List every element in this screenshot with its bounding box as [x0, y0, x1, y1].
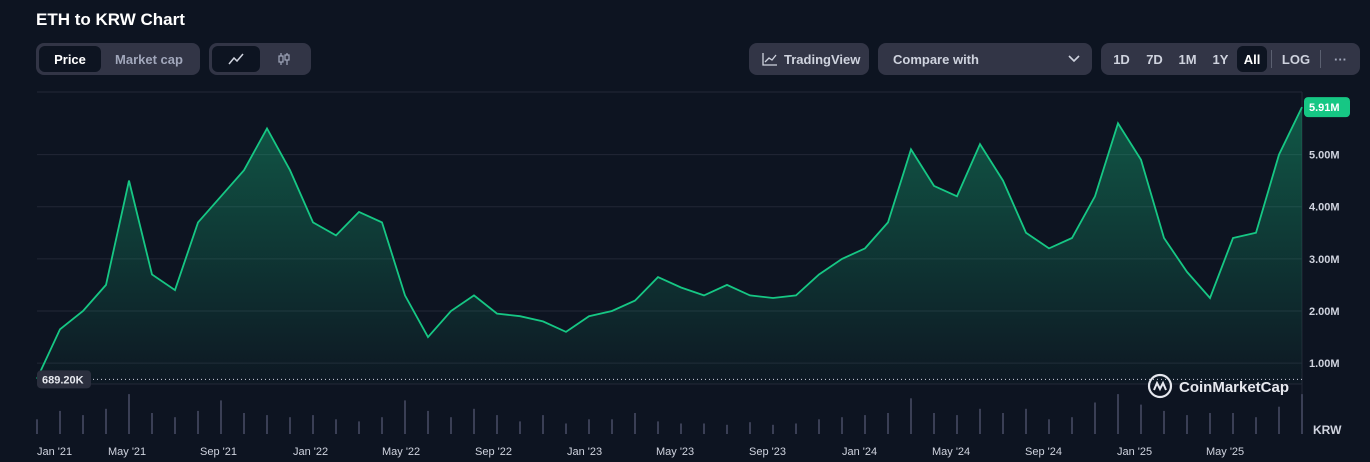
- volume-bar: [1048, 419, 1050, 434]
- volume-bar: [473, 408, 475, 434]
- currency-label: KRW: [1313, 423, 1342, 437]
- volume-bar: [749, 422, 751, 434]
- x-tick-label: Sep '23: [749, 446, 786, 458]
- volume-bar: [59, 410, 61, 434]
- volume-bar: [151, 413, 153, 434]
- x-tick-label: Jan '24: [842, 446, 877, 458]
- volume-bar: [197, 410, 199, 434]
- x-tick-label: Jan '21: [37, 446, 72, 458]
- volume-bar: [726, 424, 728, 434]
- volume-bar: [105, 408, 107, 434]
- volume-bar: [496, 415, 498, 434]
- x-tick-label: Jan '25: [1117, 446, 1152, 458]
- volume-bar: [818, 419, 820, 434]
- volume-bar: [335, 419, 337, 434]
- y-tick-label: 1.00M: [1309, 358, 1340, 370]
- volume-bar: [1278, 406, 1280, 434]
- volume-bar: [1301, 394, 1303, 434]
- y-tick-label: 4.00M: [1309, 202, 1340, 214]
- volume-bar: [36, 419, 38, 434]
- y-tick-label: 3.00M: [1309, 254, 1340, 266]
- current-price-label: 5.91M: [1309, 102, 1340, 114]
- volume-bar: [312, 415, 314, 434]
- volume-bar: [1094, 402, 1096, 434]
- x-tick-label: Sep '21: [200, 446, 237, 458]
- x-tick-label: May '21: [108, 446, 146, 458]
- volume-bar: [588, 419, 590, 434]
- volume-bar: [1209, 413, 1211, 434]
- volume-bar: [82, 415, 84, 434]
- volume-bar: [910, 398, 912, 434]
- volume-bar: [1071, 417, 1073, 434]
- current-price-badge: 5.91M: [1304, 97, 1350, 118]
- x-tick-label: Jan '22: [293, 446, 328, 458]
- volume-bar: [887, 413, 889, 434]
- volume-bar: [565, 423, 567, 434]
- volume-bar: [243, 413, 245, 434]
- volume-bar: [703, 423, 705, 434]
- volume-bar: [174, 417, 176, 434]
- start-price-badge: 689.20K: [37, 370, 91, 389]
- volume-bar: [1232, 413, 1234, 434]
- volume-bar: [266, 415, 268, 434]
- volume-bar: [358, 421, 360, 434]
- x-tick-label: Sep '22: [475, 446, 512, 458]
- volume-bar: [1255, 417, 1257, 434]
- volume-bar: [220, 400, 222, 434]
- price-area-fill: [37, 107, 1302, 384]
- volume-bar: [404, 400, 406, 434]
- volume-bar: [634, 413, 636, 434]
- volume-bar: [1186, 415, 1188, 434]
- volume-bar: [1163, 410, 1165, 434]
- x-tick-label: May '24: [932, 446, 970, 458]
- y-tick-label: 2.00M: [1309, 306, 1340, 318]
- watermark-text: CoinMarketCap: [1179, 379, 1289, 396]
- volume-bar: [1117, 394, 1119, 434]
- volume-bar: [772, 424, 774, 434]
- volume-bar: [128, 394, 130, 434]
- price-chart: 1.00M 2.00M 3.00M 4.00M 5.00M Jan '21 May '21…: [36, 91, 1350, 458]
- x-tick-label: Jan '23: [567, 446, 602, 458]
- x-tick-label: May '25: [1206, 446, 1244, 458]
- x-tick-label: Sep '24: [1025, 446, 1062, 458]
- volume-bar: [657, 421, 659, 434]
- volume-bar: [427, 410, 429, 434]
- volume-bar: [1002, 413, 1004, 434]
- start-price-label: 689.20K: [42, 374, 84, 386]
- x-tick-label: May '23: [656, 446, 694, 458]
- volume-bar: [519, 421, 521, 434]
- volume-bar: [450, 417, 452, 434]
- x-tick-label: May '22: [382, 446, 420, 458]
- volume-bar: [542, 415, 544, 434]
- volume-bar: [979, 408, 981, 434]
- volume-bar: [611, 419, 613, 434]
- volume-bar: [1025, 408, 1027, 434]
- volume-bar: [680, 423, 682, 434]
- volume-bar: [289, 417, 291, 434]
- volume-bar: [795, 423, 797, 434]
- volume-bar: [841, 417, 843, 434]
- volume-bar: [933, 413, 935, 434]
- volume-bar: [956, 415, 958, 434]
- volume-bar: [1140, 404, 1142, 434]
- y-tick-label: 5.00M: [1309, 150, 1340, 162]
- volume-bar: [381, 417, 383, 434]
- volume-bar: [864, 415, 866, 434]
